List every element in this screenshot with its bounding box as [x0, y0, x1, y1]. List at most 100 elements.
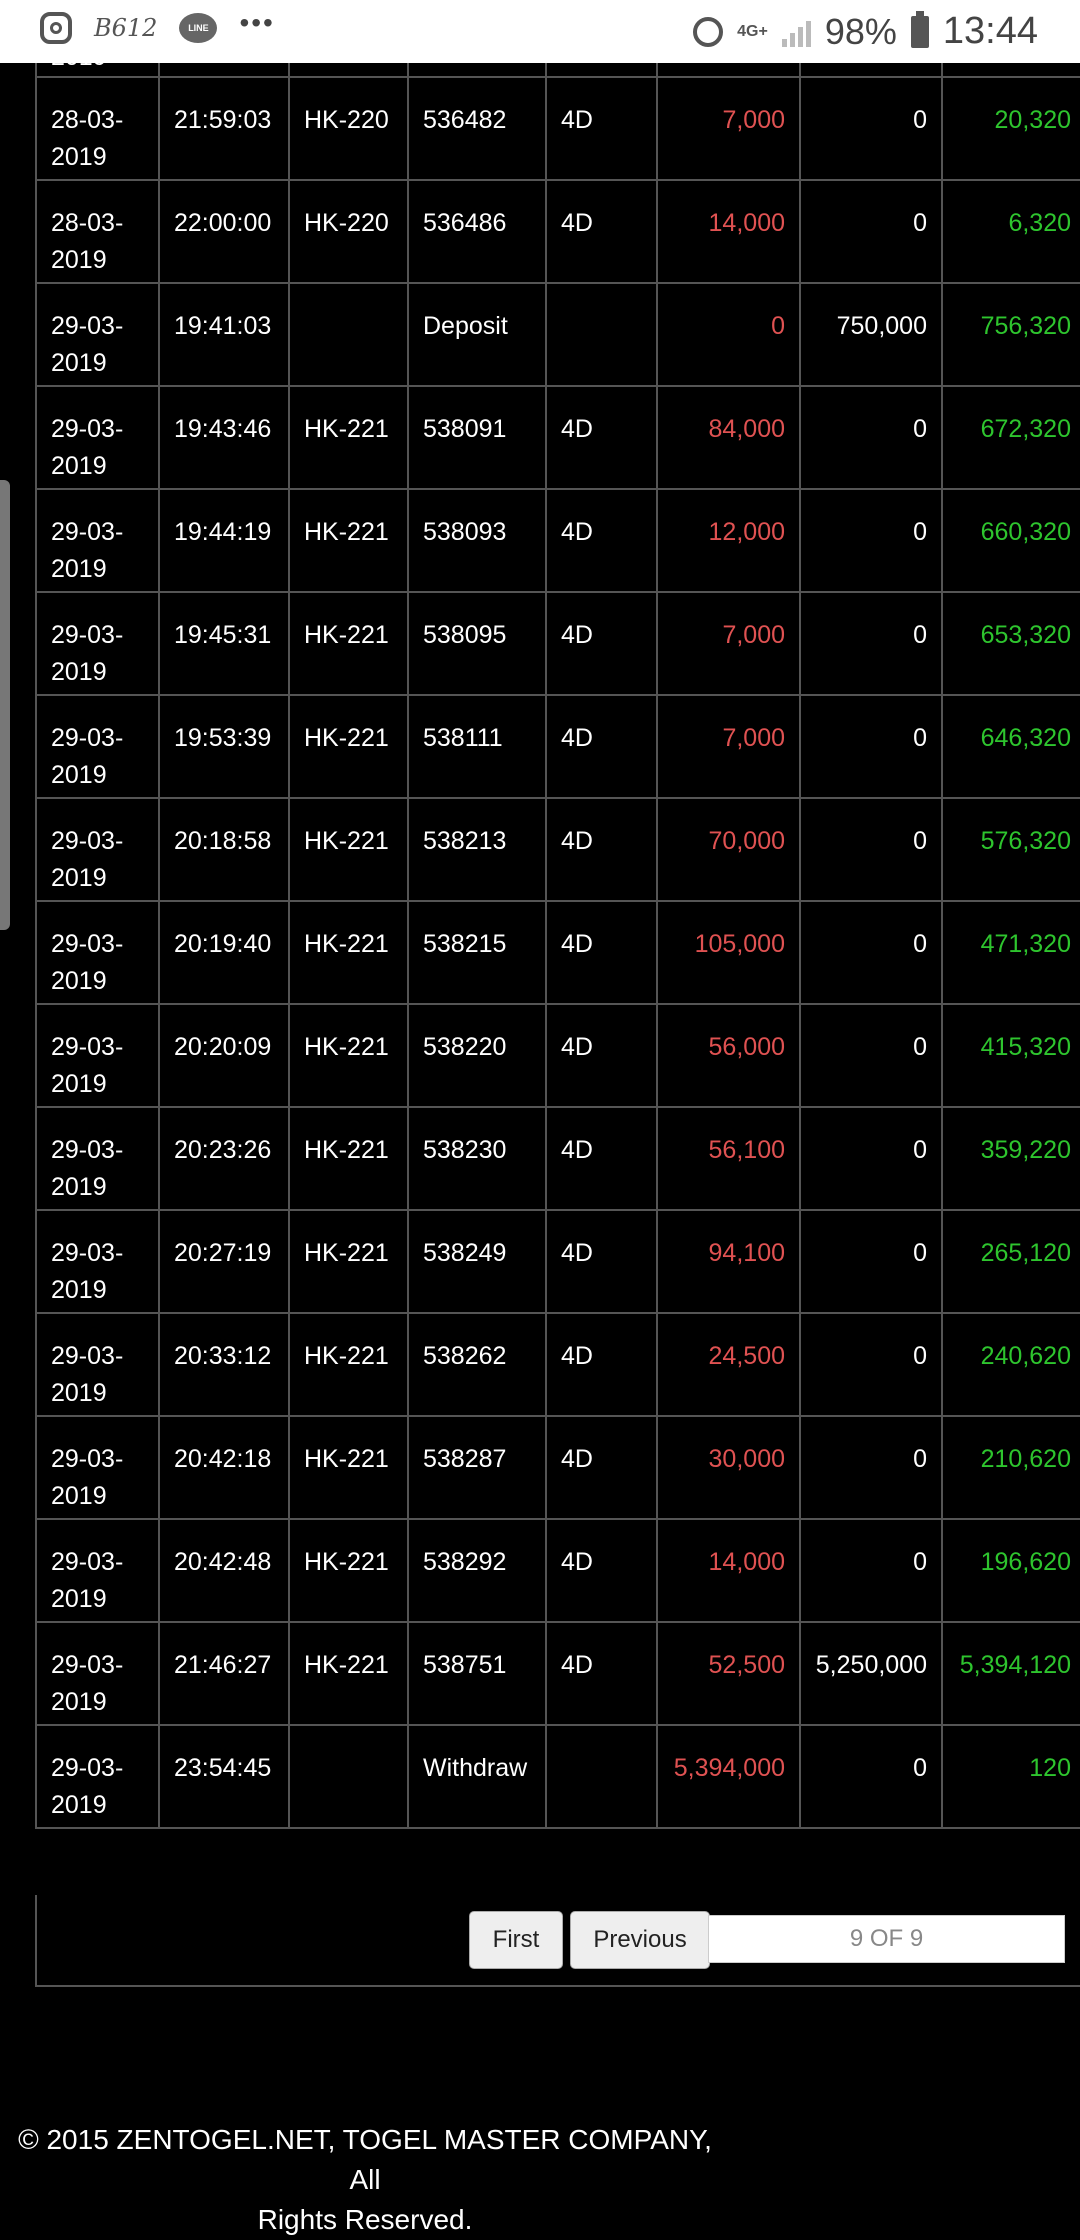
cell-market: HK-221: [288, 1106, 409, 1211]
cell-balance: 660,320: [941, 488, 1080, 593]
cell-credit: 0: [799, 1312, 943, 1417]
table-row: 29-03- 2019 19:45:31 HK-221 538095 4D 7,000 0 6…: [35, 591, 1080, 696]
cell-time: 20:27:19: [158, 1209, 290, 1314]
first-page-button[interactable]: First: [469, 1911, 563, 1969]
table-row: 29-03- 2019 19:44:19 HK-221 538093 4D 12,000 0…: [35, 488, 1080, 593]
cell-credit: 0: [799, 179, 943, 284]
cell-type: 4D: [545, 1621, 658, 1726]
cell-market: HK-221: [288, 797, 409, 902]
cell-market: HK-221: [288, 1312, 409, 1417]
cell-balance: 359,220: [941, 1106, 1080, 1211]
table-row: 29-03- 2019 20:18:58 HK-221 538213 4D 70,000 0…: [35, 797, 1080, 902]
cell-type: 4D: [545, 1106, 658, 1211]
cell-time: 22:00:00: [158, 179, 290, 284]
cell-date: 29-03- 2019: [35, 1724, 160, 1829]
cell-balance: 210,620: [941, 1415, 1080, 1520]
table-row: 28-03- 2019 22:00:00 HK-220 536486 4D 14,000 0…: [35, 179, 1080, 284]
cell-balance: 196,620: [941, 1518, 1080, 1623]
cell-reference: 538292: [407, 1518, 547, 1623]
cell-credit: 0: [799, 1209, 943, 1314]
pagination: First Previous 9 OF 9: [35, 1895, 1080, 1987]
cell-type: 4D: [545, 1518, 658, 1623]
network-type: 4G+: [737, 22, 768, 40]
instagram-icon: [40, 12, 72, 44]
cell-date: 29-03- 2019: [35, 797, 160, 902]
cell-type: 4D: [545, 1415, 658, 1520]
previous-page-button[interactable]: Previous: [570, 1911, 710, 1969]
cell-date: 28-03- 2019: [35, 76, 160, 181]
cell-date: 29-03- 2019: [35, 488, 160, 593]
cell-reference: 538095: [407, 591, 547, 696]
cell-debit: 30,000: [656, 1415, 801, 1520]
table-row: 29-03- 2019 20:33:12 HK-221 538262 4D 24,500 0…: [35, 1312, 1080, 1417]
cell-balance: 6,320: [941, 179, 1080, 284]
cell-type: 4D: [545, 1312, 658, 1417]
cell-balance: 471,320: [941, 900, 1080, 1005]
cell-date: 29-03- 2019: [35, 385, 160, 490]
cell-reference: 538249: [407, 1209, 547, 1314]
cell-market: HK-221: [288, 900, 409, 1005]
cell-type: [545, 282, 658, 387]
cell-time: 19:53:39: [158, 694, 290, 799]
cell-credit: 0: [799, 797, 943, 902]
cell-date: 29-03- 2019: [35, 1312, 160, 1417]
cell-time: 20:23:26: [158, 1106, 290, 1211]
cell-time: 20:42:18: [158, 1415, 290, 1520]
cell-credit: 0: [799, 694, 943, 799]
cell-credit: 0: [799, 385, 943, 490]
cell-credit: 0: [799, 1106, 943, 1211]
cell-credit: 0: [799, 1724, 943, 1829]
cell-reference: 536482: [407, 76, 547, 181]
cell-credit: 0: [799, 76, 943, 181]
cell-market: HK-221: [288, 385, 409, 490]
cell-reference: 538093: [407, 488, 547, 593]
table-row: 29-03- 2019 21:46:27 HK-221 538751 4D 52,500 5…: [35, 1621, 1080, 1726]
page-indicator: 9 OF 9: [708, 1915, 1065, 1963]
scrollbar-thumb[interactable]: [0, 480, 10, 930]
cell-date: 29-03- 2019: [35, 900, 160, 1005]
cell-debit: 14,000: [656, 1518, 801, 1623]
cell-balance: 240,620: [941, 1312, 1080, 1417]
table-row: 28-03- 2019 21:59:03 HK-220 536482 4D 7,000 0 2…: [35, 76, 1080, 181]
cell-market: HK-220: [288, 179, 409, 284]
battery-percent: 98%: [824, 10, 897, 52]
cell-type: 4D: [545, 1209, 658, 1314]
cell-type: 4D: [545, 385, 658, 490]
cell-reference: 538091: [407, 385, 547, 490]
cell-market: HK-221: [288, 1518, 409, 1623]
cell-date: 29-03- 2019: [35, 1518, 160, 1623]
transactions-table-wrapper: 28-03- 201921:58:42HK-2205364734D17,2000…: [35, 0, 1080, 1829]
cell-reference: 538287: [407, 1415, 547, 1520]
cell-debit: 12,000: [656, 488, 801, 593]
cell-balance: 576,320: [941, 797, 1080, 902]
cell-debit: 14,000: [656, 179, 801, 284]
battery-icon: [910, 10, 929, 48]
cell-balance: 20,320: [941, 76, 1080, 181]
cell-reference: 536486: [407, 179, 547, 284]
table-row: 29-03- 2019 19:41:03 Deposit 0 750,000 756,32…: [35, 282, 1080, 387]
cell-time: 20:42:48: [158, 1518, 290, 1623]
cell-date: 29-03- 2019: [35, 1621, 160, 1726]
cell-market: HK-221: [288, 1621, 409, 1726]
cell-time: 19:41:03: [158, 282, 290, 387]
line-icon: LINE: [179, 13, 218, 43]
cell-market: HK-221: [288, 1003, 409, 1108]
alarm-icon: [693, 16, 724, 47]
cell-date: 29-03- 2019: [35, 694, 160, 799]
cell-reference: Deposit: [407, 282, 547, 387]
status-bar: B612 LINE ••• 4G+ 98% 13:44: [0, 0, 1080, 63]
cell-type: 4D: [545, 797, 658, 902]
cell-date: 28-03- 2019: [35, 179, 160, 284]
footer: © 2015 ZENTOGEL.NET, TOGEL MASTER COMPAN…: [5, 2120, 725, 2240]
table-row: 29-03- 2019 20:19:40 HK-221 538215 4D 105,000…: [35, 900, 1080, 1005]
table-row: 29-03- 2019 19:53:39 HK-221 538111 4D 7,000 0 6…: [35, 694, 1080, 799]
cell-balance: 653,320: [941, 591, 1080, 696]
cell-type: 4D: [545, 591, 658, 696]
cell-time: 19:43:46: [158, 385, 290, 490]
cell-date: 29-03- 2019: [35, 1003, 160, 1108]
cell-type: 4D: [545, 179, 658, 284]
cell-debit: 105,000: [656, 900, 801, 1005]
cell-market: HK-221: [288, 1415, 409, 1520]
cell-type: 4D: [545, 1003, 658, 1108]
more-dots-icon: •••: [239, 7, 275, 38]
